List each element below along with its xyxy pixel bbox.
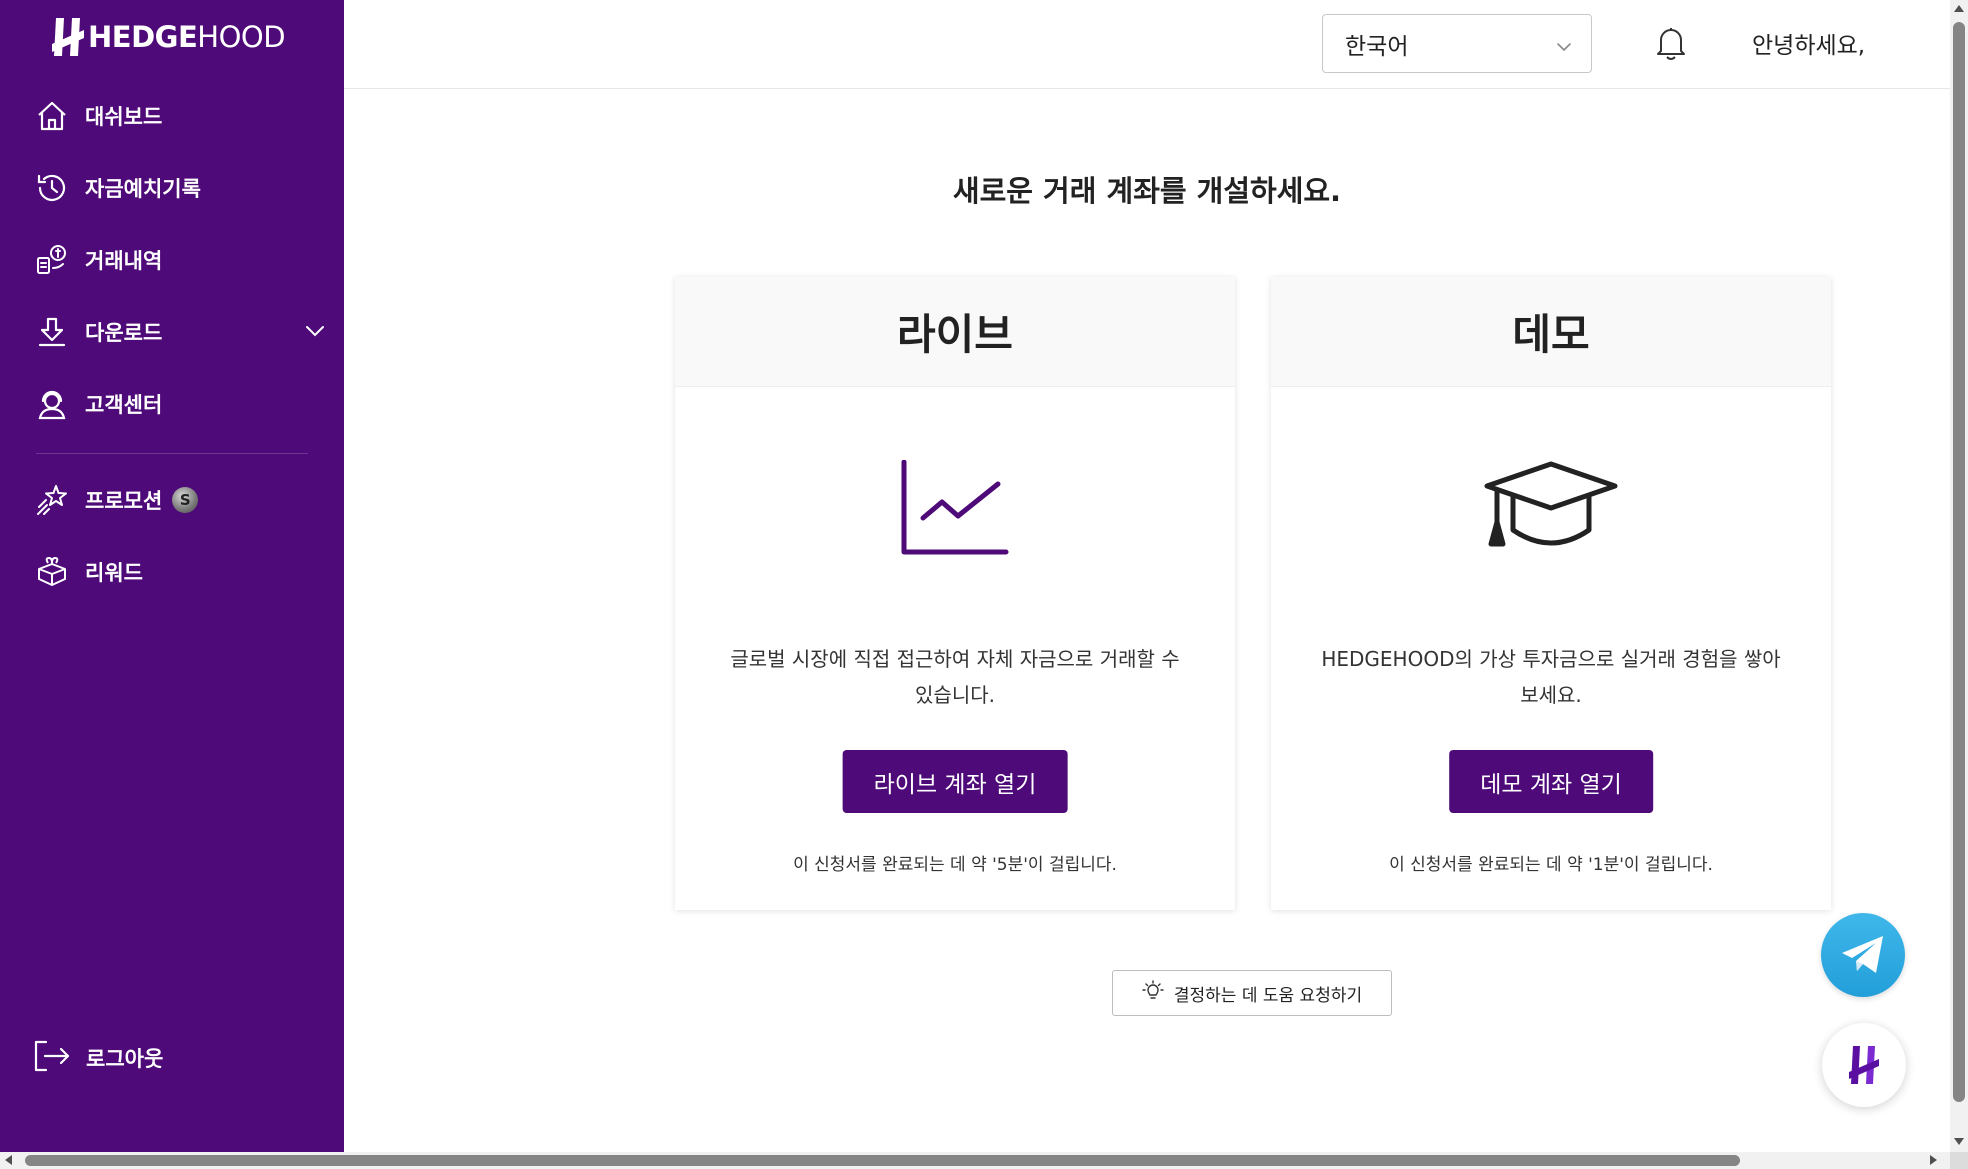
download-icon — [34, 314, 70, 350]
card-description: HEDGEHOOD의 가상 투자금으로 실거래 경험을 쌓아 보세요. — [1321, 647, 1781, 707]
sparkle-star-icon — [34, 482, 70, 518]
sidebar-item-label: 다운로드 — [85, 321, 163, 345]
sidebar-item-transactions[interactable]: 거래내역 — [0, 224, 344, 296]
hedgehood-logo-icon — [52, 18, 84, 56]
app-window: HEDGEHOOD 대쉬보드 자금예치기록 거래내역 다운로드 고객센터 프로모… — [0, 0, 1968, 1169]
help-decide-button[interactable]: 결정하는 데 도움 요청하기 — [1112, 970, 1392, 1016]
chevron-down-icon[interactable] — [304, 320, 326, 346]
sidebar-nav: 대쉬보드 자금예치기록 거래내역 다운로드 고객센터 프로모션 S 리워드 — [0, 80, 344, 608]
line-chart-icon — [675, 460, 1235, 556]
transactions-icon — [34, 242, 70, 278]
logout-button[interactable]: 로그아웃 — [32, 1036, 163, 1080]
scroll-left-arrow-icon[interactable] — [5, 1155, 12, 1165]
sidebar-item-label: 대쉬보드 — [85, 105, 163, 129]
vertical-scroll-thumb[interactable] — [1953, 22, 1965, 1102]
sidebar-item-promotion[interactable]: 프로모션 S — [0, 464, 344, 536]
scroll-up-arrow-icon[interactable] — [1954, 5, 1964, 12]
sidebar-item-dashboard[interactable]: 대쉬보드 — [0, 80, 344, 152]
sidebar-item-label: 프로모션 — [85, 489, 163, 513]
gift-box-icon — [34, 554, 70, 590]
scroll-down-arrow-icon[interactable] — [1954, 1138, 1964, 1145]
home-icon — [34, 98, 70, 134]
demo-account-card: 데모 HEDGEHOOD의 가상 투자금으로 실거래 경험을 쌓아 보세요. 데… — [1271, 277, 1831, 910]
page-title: 새로운 거래 계좌를 개설하세요. — [952, 174, 1342, 208]
horizontal-scroll-thumb[interactable] — [25, 1155, 1740, 1166]
language-select[interactable]: 한국어 — [1322, 14, 1592, 73]
telegram-button[interactable] — [1821, 913, 1905, 997]
sidebar-item-deposit-history[interactable]: 자금예치기록 — [0, 152, 344, 224]
sidebar-item-support[interactable]: 고객센터 — [0, 368, 344, 440]
sidebar: HEDGEHOOD 대쉬보드 자금예치기록 거래내역 다운로드 고객센터 프로모… — [0, 0, 344, 1152]
card-note: 이 신청서를 완료되는 데 약 '1분'이 걸립니다. — [1389, 855, 1713, 875]
sidebar-divider — [36, 453, 308, 454]
top-header: 한국어 안녕하세요, — [344, 0, 1950, 89]
history-icon — [34, 170, 70, 206]
support-icon — [34, 386, 70, 422]
lightbulb-icon — [1142, 979, 1164, 1007]
open-demo-account-button[interactable]: 데모 계좌 열기 — [1449, 750, 1653, 813]
chevron-down-icon — [1555, 36, 1573, 62]
sidebar-item-label: 고객센터 — [85, 393, 163, 417]
vertical-scrollbar[interactable] — [1950, 0, 1968, 1152]
graduation-cap-icon — [1271, 460, 1831, 556]
card-description: 글로벌 시장에 직접 접근하여 자체 자금으로 거래할 수 있습니다. — [730, 647, 1180, 707]
live-account-card: 라이브 글로벌 시장에 직접 접근하여 자체 자금으로 거래할 수 있습니다. … — [675, 277, 1235, 910]
user-greeting: 안녕하세요, — [1752, 33, 1866, 59]
telegram-icon — [1842, 936, 1883, 973]
sidebar-item-label: 거래내역 — [85, 249, 163, 273]
horizontal-scrollbar[interactable] — [0, 1152, 1968, 1169]
language-select-value: 한국어 — [1345, 33, 1409, 60]
scrollbar-corner — [1950, 1152, 1968, 1169]
card-title: 라이브 — [675, 277, 1235, 387]
notification-bell-icon[interactable] — [1654, 24, 1688, 66]
chat-support-button[interactable] — [1822, 1023, 1906, 1107]
sidebar-item-label: 자금예치기록 — [85, 177, 201, 201]
brand-logo[interactable]: HEDGEHOOD — [50, 14, 286, 60]
open-live-account-button[interactable]: 라이브 계좌 열기 — [842, 750, 1068, 813]
sidebar-item-label: 리워드 — [85, 561, 143, 585]
sidebar-item-rewards[interactable]: 리워드 — [0, 536, 344, 608]
scroll-right-arrow-icon[interactable] — [1930, 1155, 1937, 1165]
hedgehood-logo-icon — [1849, 1046, 1879, 1084]
promotion-badge: S — [172, 487, 199, 513]
sidebar-item-download[interactable]: 다운로드 — [0, 296, 344, 368]
brand-name: HEDGEHOOD — [88, 20, 286, 54]
logout-label: 로그아웃 — [86, 1047, 164, 1071]
help-decide-label: 결정하는 데 도움 요청하기 — [1173, 985, 1363, 1006]
card-title: 데모 — [1271, 277, 1831, 387]
logout-icon — [32, 1039, 72, 1077]
card-note: 이 신청서를 완료되는 데 약 '5분'이 걸립니다. — [793, 855, 1117, 875]
